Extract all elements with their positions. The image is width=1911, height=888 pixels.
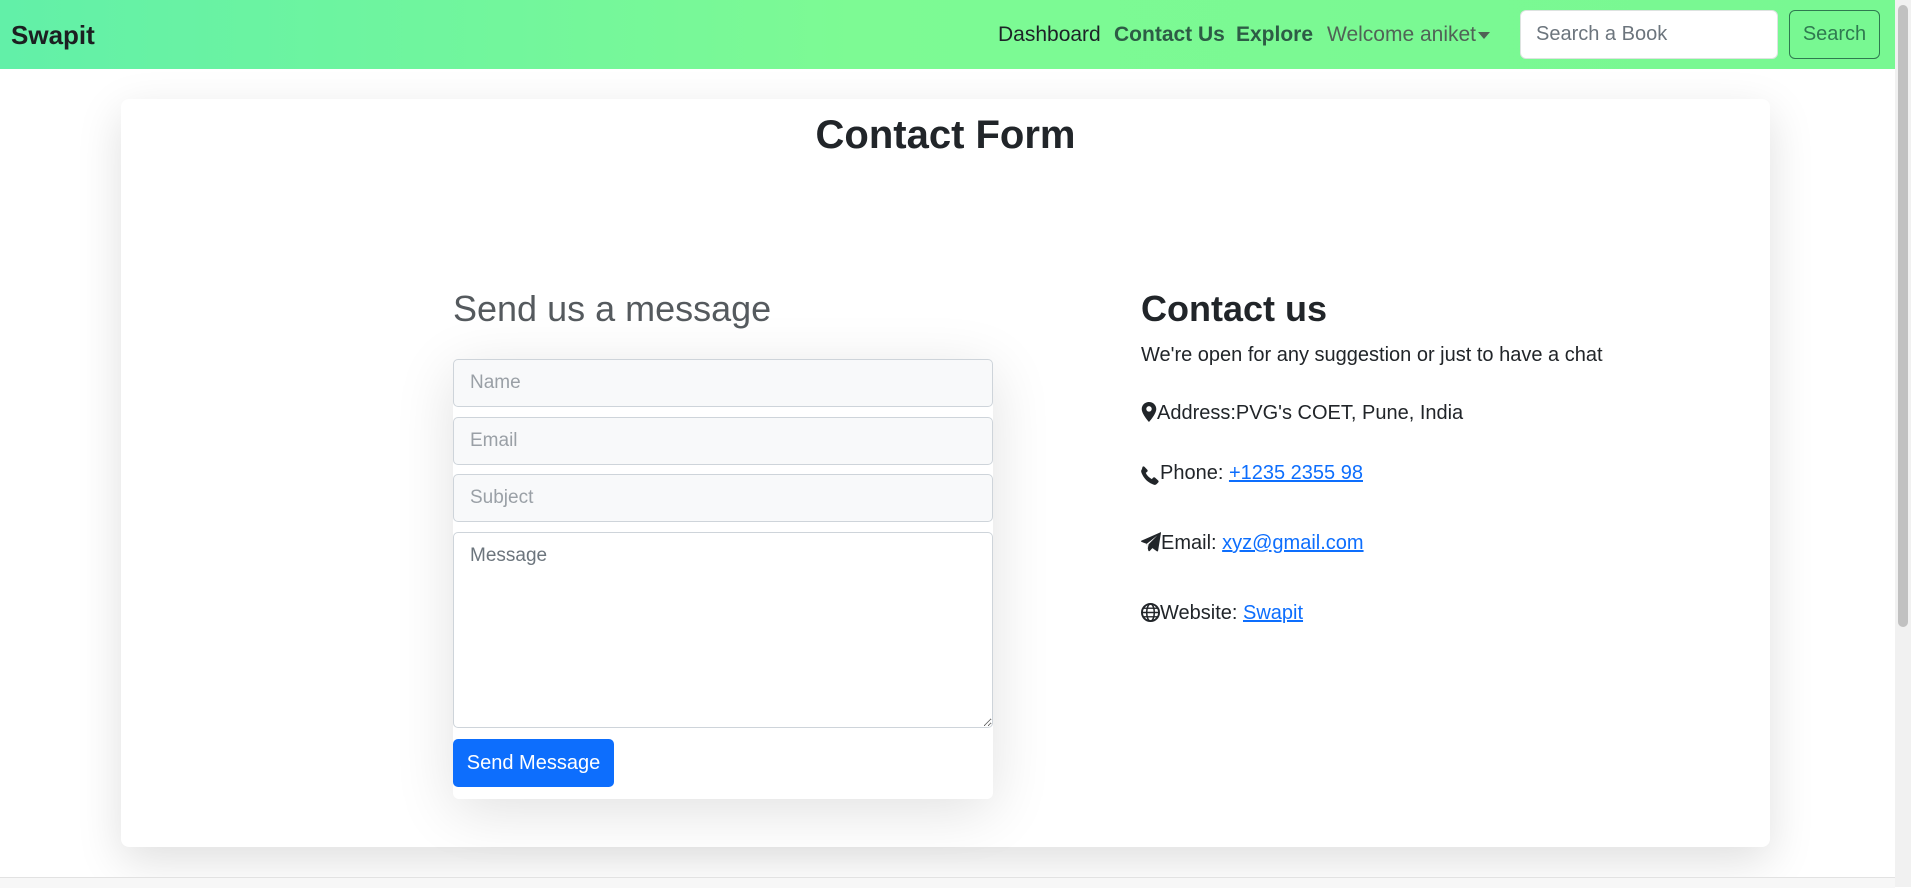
message-field[interactable] bbox=[453, 532, 993, 728]
email-link[interactable]: xyz@gmail.com bbox=[1222, 532, 1363, 554]
subject-field[interactable] bbox=[453, 474, 993, 522]
contact-card: Contact Form Send us a message Send Mess… bbox=[121, 99, 1770, 847]
website-row: Website: Swapit bbox=[1141, 600, 1303, 626]
nav-explore[interactable]: Explore bbox=[1236, 22, 1313, 48]
page-title: Contact Form bbox=[815, 113, 1076, 157]
website-label: Website: bbox=[1160, 602, 1243, 624]
website-link[interactable]: Swapit bbox=[1243, 602, 1303, 624]
page-bottom-edge bbox=[0, 877, 1895, 888]
vertical-scrollbar[interactable] bbox=[1895, 0, 1911, 887]
address-row: Address:PVG's COET, Pune, India bbox=[1141, 400, 1463, 426]
email-row: Email: xyz@gmail.com bbox=[1141, 530, 1364, 556]
phone-row: Phone: +1235 2355 98 bbox=[1141, 460, 1363, 486]
send-message-button[interactable]: Send Message bbox=[453, 739, 614, 787]
phone-label: Phone: bbox=[1160, 462, 1229, 484]
caret-down-icon[interactable] bbox=[1478, 32, 1490, 39]
form-heading: Send us a message bbox=[453, 288, 772, 329]
map-pin-icon bbox=[1141, 402, 1157, 422]
email-field[interactable] bbox=[453, 417, 993, 465]
paper-plane-icon bbox=[1141, 532, 1161, 552]
user-menu-dropdown[interactable]: Welcome aniket bbox=[1327, 22, 1476, 48]
phone-link[interactable]: +1235 2355 98 bbox=[1229, 462, 1363, 484]
contact-subtitle: We're open for any suggestion or just to… bbox=[1141, 344, 1603, 366]
contact-heading: Contact us bbox=[1141, 288, 1328, 329]
email-label: Email: bbox=[1161, 532, 1223, 554]
navbar: Swapit Dashboard Contact Us Explore Welc… bbox=[0, 0, 1895, 69]
phone-icon bbox=[1141, 466, 1159, 485]
search-button[interactable]: Search bbox=[1789, 10, 1880, 59]
nav-contact-us[interactable]: Contact Us bbox=[1114, 22, 1225, 48]
search-input[interactable] bbox=[1520, 10, 1778, 59]
scrollbar-thumb[interactable] bbox=[1898, 5, 1908, 627]
brand-logo[interactable]: Swapit bbox=[11, 19, 95, 51]
address-text: Address:PVG's COET, Pune, India bbox=[1157, 402, 1464, 424]
globe-icon bbox=[1141, 603, 1160, 622]
nav-dashboard[interactable]: Dashboard bbox=[998, 22, 1101, 48]
name-field[interactable] bbox=[453, 359, 993, 407]
